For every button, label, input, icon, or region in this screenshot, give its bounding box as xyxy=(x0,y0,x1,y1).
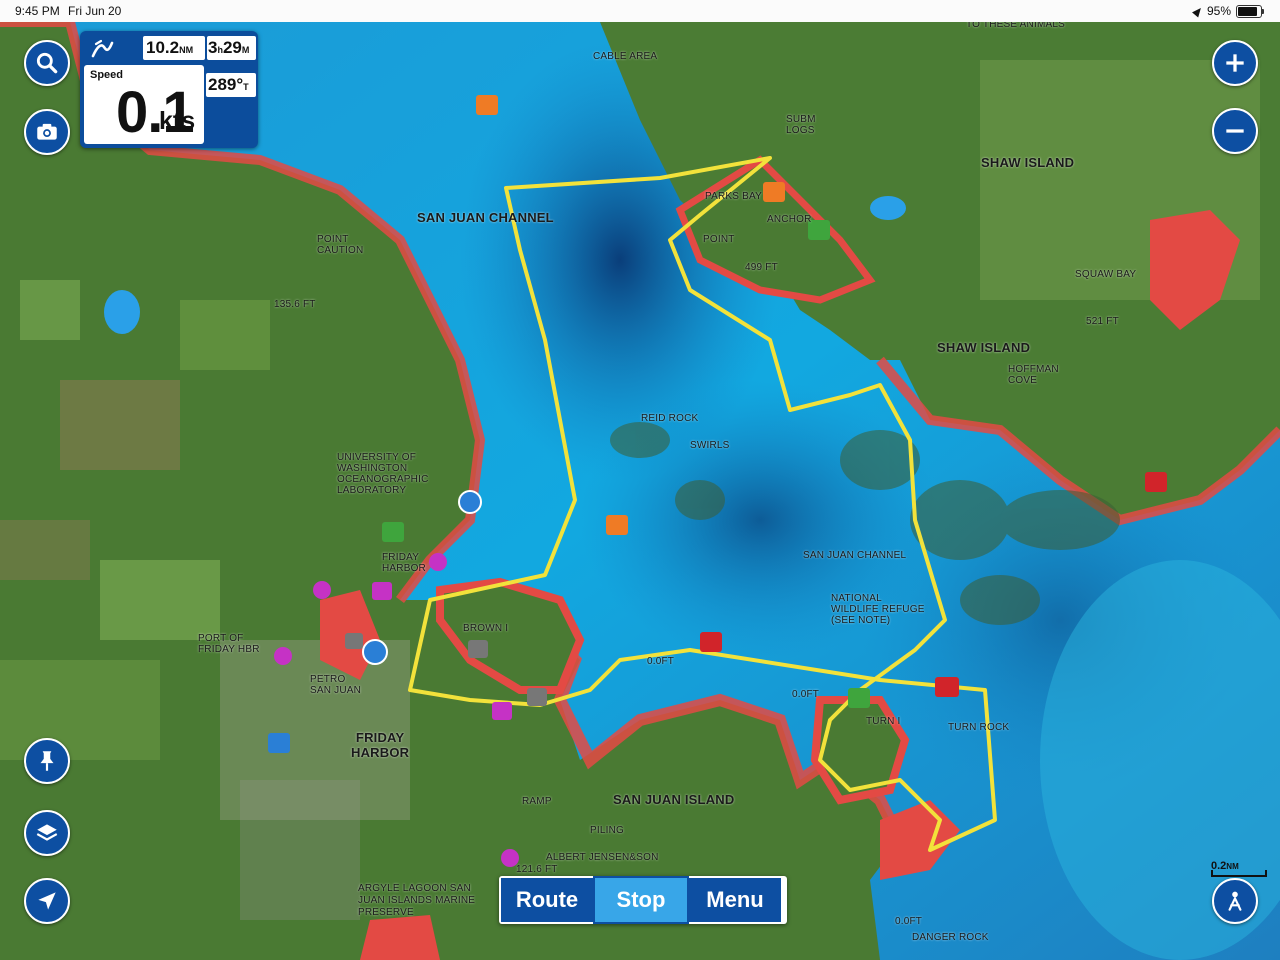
trip-time: 3h29M xyxy=(207,36,256,60)
label-zero-ft-3: 0.0FT xyxy=(895,916,923,927)
label-shaw-island-2: SHAW ISLAND xyxy=(937,340,1031,355)
trip-distance: 10.2NM xyxy=(143,36,205,60)
speed-unit: kts xyxy=(159,107,196,135)
label-turn-island: TURN I xyxy=(866,716,901,727)
label-turn-rock: TURN ROCK xyxy=(948,722,1010,733)
heading-display: 289°T xyxy=(206,73,256,97)
label-san-juan-channel-north: SAN JUAN CHANNEL xyxy=(417,210,554,225)
label-ramp: RAMP xyxy=(522,796,552,807)
label-san-juan-island: SAN JUAN ISLAND xyxy=(613,792,735,807)
camera-button[interactable] xyxy=(24,109,70,155)
status-date: Fri Jun 20 xyxy=(68,4,122,18)
battery-icon xyxy=(1236,4,1264,18)
stop-button[interactable]: Stop xyxy=(593,876,689,924)
label-university: UNIVERSITY OF WASHINGTON OCEANOGRAPHIC L… xyxy=(337,452,429,496)
account-button[interactable] xyxy=(1212,878,1258,924)
label-national-wildlife: NATIONAL WILDLIFE REFUGE (SEE NOTE) xyxy=(831,593,925,626)
battery-percent: 95% xyxy=(1206,4,1231,18)
person-icon xyxy=(1228,891,1242,911)
map-scale: 0.2NM xyxy=(1211,860,1267,877)
label-height-521: 521 FT xyxy=(1086,316,1119,327)
label-height-1216: 121.6 FT xyxy=(516,864,558,875)
status-battery: 95% xyxy=(1192,4,1264,18)
minus-icon xyxy=(1226,129,1244,133)
label-squaw-bay: SQUAW BAY xyxy=(1075,269,1137,280)
bottom-action-bar: Route Stop Menu xyxy=(499,876,787,924)
navigation-arrow-icon xyxy=(38,892,56,910)
trip-distance-unit: NM xyxy=(179,45,194,55)
trip-distance-value: 10.2 xyxy=(146,38,180,57)
label-parks-bay: PARKS BAY xyxy=(705,191,763,202)
location-icon xyxy=(1192,4,1204,18)
trip-time-minutes: 29 xyxy=(222,38,242,57)
heading-unit: T xyxy=(243,82,249,92)
speed-display: Speed 0.1 kts xyxy=(84,65,204,144)
zoom-in-button[interactable] xyxy=(1212,40,1258,86)
status-bar: 9:45 PM Fri Jun 20 95% xyxy=(0,0,1280,22)
speed-panel[interactable]: 10.2NM 3h29M Speed 0.1 kts 289°T xyxy=(80,31,258,148)
label-piling: PILING xyxy=(590,825,624,836)
camera-icon xyxy=(37,123,57,140)
battery-fill xyxy=(1238,6,1257,16)
route-button[interactable]: Route xyxy=(501,878,593,922)
label-shaw-island-1: SHAW ISLAND xyxy=(981,155,1075,170)
label-port-of-friday-hbr: PORT OF FRIDAY HBR xyxy=(198,633,260,655)
heading-value: 289° xyxy=(208,75,244,94)
label-brown-island: BROWN I xyxy=(463,623,509,634)
layers-button[interactable] xyxy=(24,810,70,856)
label-swirls: SWIRLS xyxy=(690,440,730,451)
label-point-caution: POINT CAUTION xyxy=(317,234,364,256)
label-zero-ft-2: 0.0FT xyxy=(792,689,820,700)
pin-button[interactable] xyxy=(24,738,70,784)
label-zero-ft-1: 0.0FT xyxy=(647,656,675,667)
zoom-out-button[interactable] xyxy=(1212,108,1258,154)
label-subm-logs: SUBM LOGS xyxy=(786,114,816,136)
trip-time-minutes-unit: M xyxy=(241,45,250,55)
label-reid-rock: REID ROCK xyxy=(641,413,699,424)
label-san-juan-channel-south: SAN JUAN CHANNEL xyxy=(803,550,907,561)
label-friday-harbor-town: FRIDAY HARBOR xyxy=(351,730,410,760)
layers-icon xyxy=(36,824,58,841)
plus-icon xyxy=(1226,54,1244,72)
label-argyle-lagoon: ARGYLE LAGOON SAN JUAN ISLANDS MARINE PR… xyxy=(358,883,476,918)
pushpin-icon xyxy=(40,751,54,771)
menu-button[interactable]: Menu xyxy=(689,878,781,922)
label-friday-harbor: FRIDAY HARBOR xyxy=(382,552,426,574)
locate-button[interactable] xyxy=(24,878,70,924)
search-icon xyxy=(36,52,58,74)
status-time: 9:45 PM xyxy=(15,4,60,18)
search-button[interactable] xyxy=(24,40,70,86)
label-albert-jensen: ALBERT JENSEN&SON xyxy=(546,852,659,863)
label-danger-rock: DANGER ROCK xyxy=(912,932,989,943)
land-turn-island xyxy=(810,696,910,805)
label-height-499: 499 FT xyxy=(745,262,778,273)
label-petro-san-juan: PETRO SAN JUAN xyxy=(310,674,362,696)
label-height-1356: 135.6 FT xyxy=(274,299,316,310)
label-anchor: ANCHOR xyxy=(767,214,812,225)
label-cable-area: CABLE AREA xyxy=(593,51,658,62)
scale-unit: NM xyxy=(1226,862,1239,871)
app-logo-icon xyxy=(91,39,114,58)
label-point: POINT xyxy=(703,234,735,245)
scale-value: 0.2 xyxy=(1211,860,1227,872)
label-hoffman-cove: HOFFMAN COVE xyxy=(1008,364,1059,386)
